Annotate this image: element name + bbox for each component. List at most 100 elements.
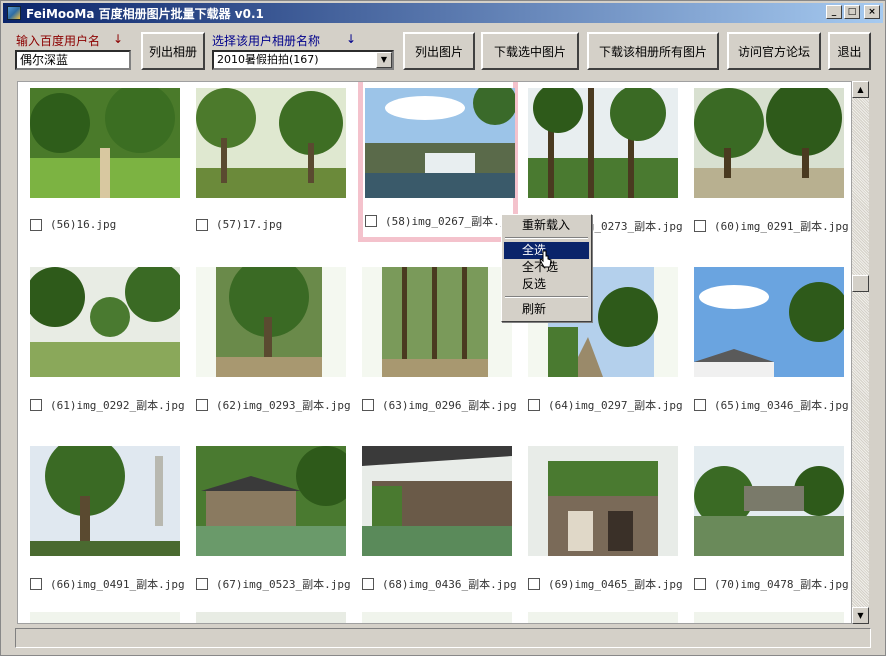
- photo-filename: (57)17.jpg: [216, 218, 283, 231]
- photo-filename: (60)img_0291_副本.jpg: [714, 220, 849, 233]
- maximize-button[interactable]: □: [844, 5, 860, 19]
- photo-thumbnail[interactable]: [30, 267, 180, 377]
- menu-item-refresh[interactable]: 刷新: [504, 301, 589, 318]
- photo-caption: (58)img_0267_副本.jpg: [365, 213, 520, 229]
- window-title: FeiMooMa 百度相册图片批量下载器 v0.1: [26, 6, 264, 21]
- photo-thumbnail[interactable]: [362, 446, 512, 556]
- photo-caption: (64)img_0297_副本.jpg: [528, 397, 683, 413]
- photo-thumbnail[interactable]: [196, 446, 346, 556]
- photo-tile-selected[interactable]: (58)img_0267_副本.jpg: [358, 82, 520, 242]
- photo-checkbox[interactable]: [694, 399, 706, 411]
- username-input[interactable]: 偶尔深蓝: [15, 50, 131, 70]
- photo-thumbnail[interactable]: [30, 446, 180, 556]
- photo-thumbnail[interactable]: [694, 267, 844, 377]
- photo-caption: (66)img_0491_副本.jpg: [30, 576, 185, 592]
- photo-tile[interactable]: (62)img_0293_副本.jpg: [184, 261, 351, 419]
- photo-gallery[interactable]: (56)16.jpg (57)17.jpg (58)img_0267_副本.jp…: [17, 81, 852, 624]
- photo-caption: (63)img_0296_副本.jpg: [362, 397, 517, 413]
- vertical-scrollbar[interactable]: ▲ ▼: [852, 81, 869, 624]
- photo-thumbnail[interactable]: [528, 446, 678, 556]
- list-albums-button[interactable]: 列出相册: [141, 32, 205, 70]
- scroll-down-icon[interactable]: ▼: [852, 607, 869, 624]
- exit-button[interactable]: 退出: [828, 32, 871, 70]
- photo-tile[interactable]: (66)img_0491_副本.jpg: [18, 440, 185, 598]
- photo-tile[interactable]: (65)img_0346_副本.jpg: [682, 261, 849, 419]
- photo-caption: (65)img_0346_副本.jpg: [694, 397, 849, 413]
- partial-row: [362, 612, 512, 623]
- menu-separator: [505, 296, 588, 298]
- visit-forum-button[interactable]: 访问官方论坛: [727, 32, 821, 70]
- photo-checkbox[interactable]: [196, 578, 208, 590]
- photo-filename: (67)img_0523_副本.jpg: [216, 578, 351, 591]
- photo-thumbnail[interactable]: [528, 88, 678, 198]
- minimize-button[interactable]: _: [826, 5, 842, 19]
- photo-caption: (69)img_0465_副本.jpg: [528, 576, 683, 592]
- photo-checkbox[interactable]: [528, 399, 540, 411]
- download-all-button[interactable]: 下载该相册所有图片: [587, 32, 719, 70]
- scroll-thumb[interactable]: [852, 275, 869, 292]
- main-window: FeiMooMa 百度相册图片批量下载器 v0.1 _ □ × 输入百度用户名 …: [0, 0, 886, 656]
- username-label: 输入百度用户名: [16, 34, 101, 48]
- photo-caption: (60)img_0291_副本.jpg: [694, 218, 849, 234]
- photo-filename: (65)img_0346_副本.jpg: [714, 399, 849, 412]
- photo-thumbnail[interactable]: [694, 446, 844, 556]
- photo-tile[interactable]: (70)img_0478_副本.jpg: [682, 440, 849, 598]
- photo-thumbnail[interactable]: [365, 88, 515, 198]
- photo-tile[interactable]: (68)img_0436_副本.jpg: [350, 440, 517, 598]
- download-selected-button[interactable]: 下载选中图片: [481, 32, 579, 70]
- photo-tile[interactable]: (67)img_0523_副本.jpg: [184, 440, 351, 598]
- photo-checkbox[interactable]: [694, 220, 706, 232]
- photo-checkbox[interactable]: [528, 578, 540, 590]
- photo-filename: (61)img_0292_副本.jpg: [50, 399, 185, 412]
- menu-item-invert[interactable]: 反选: [504, 276, 589, 293]
- photo-checkbox[interactable]: [694, 578, 706, 590]
- album-select[interactable]: 2010暑假拍拍(167) ▼: [212, 50, 394, 70]
- photo-caption: (57)17.jpg: [196, 218, 282, 231]
- photo-checkbox[interactable]: [30, 399, 42, 411]
- photo-filename: (69)img_0465_副本.jpg: [548, 578, 683, 591]
- scroll-up-icon[interactable]: ▲: [852, 81, 869, 98]
- username-arrow-icon: ↓: [113, 32, 124, 46]
- album-select-value: 2010暑假拍拍(167): [217, 53, 319, 66]
- photo-tile[interactable]: (69)img_0465_副本.jpg: [516, 440, 683, 598]
- partial-row: [196, 612, 346, 623]
- photo-checkbox[interactable]: [362, 399, 374, 411]
- photo-filename: (64)img_0297_副本.jpg: [548, 399, 683, 412]
- photo-thumbnail[interactable]: [196, 88, 346, 198]
- photo-checkbox[interactable]: [362, 578, 374, 590]
- photo-checkbox[interactable]: [196, 399, 208, 411]
- dropdown-arrow-icon[interactable]: ▼: [376, 52, 392, 68]
- photo-thumbnail[interactable]: [694, 88, 844, 198]
- menu-item-reload[interactable]: 重新载入: [504, 217, 589, 234]
- partial-row: [694, 612, 844, 623]
- photo-checkbox[interactable]: [30, 218, 42, 231]
- photo-thumbnail[interactable]: [362, 267, 512, 377]
- photo-filename: (56)16.jpg: [50, 218, 117, 231]
- album-label: 选择该用户相册名称: [212, 34, 321, 48]
- app-icon: [7, 6, 21, 20]
- photo-thumbnail[interactable]: [196, 267, 346, 377]
- photo-caption: (70)img_0478_副本.jpg: [694, 576, 849, 592]
- photo-tile[interactable]: (61)img_0292_副本.jpg: [18, 261, 185, 419]
- photo-filename: (68)img_0436_副本.jpg: [382, 578, 517, 591]
- hand-cursor-icon: [539, 250, 552, 268]
- album-arrow-icon: ↓: [346, 32, 357, 46]
- photo-checkbox[interactable]: [365, 215, 377, 227]
- photo-checkbox[interactable]: [196, 218, 208, 231]
- menu-separator: [505, 237, 588, 239]
- list-images-button[interactable]: 列出图片: [403, 32, 475, 70]
- partial-row: [528, 612, 678, 623]
- photo-filename: (66)img_0491_副本.jpg: [50, 578, 185, 591]
- photo-tile[interactable]: (57)17.jpg: [184, 82, 346, 240]
- partial-row: [30, 612, 180, 623]
- window-controls: _ □ ×: [826, 5, 880, 19]
- photo-caption: (56)16.jpg: [30, 218, 116, 231]
- photo-checkbox[interactable]: [30, 578, 42, 590]
- photo-tile[interactable]: (60)img_0291_副本.jpg: [682, 82, 849, 240]
- title-bar[interactable]: FeiMooMa 百度相册图片批量下载器 v0.1 _ □ ×: [3, 3, 883, 23]
- photo-caption: (68)img_0436_副本.jpg: [362, 576, 517, 592]
- photo-tile[interactable]: (56)16.jpg: [18, 82, 180, 240]
- photo-thumbnail[interactable]: [30, 88, 180, 198]
- photo-tile[interactable]: (63)img_0296_副本.jpg: [350, 261, 517, 419]
- close-button[interactable]: ×: [864, 5, 880, 19]
